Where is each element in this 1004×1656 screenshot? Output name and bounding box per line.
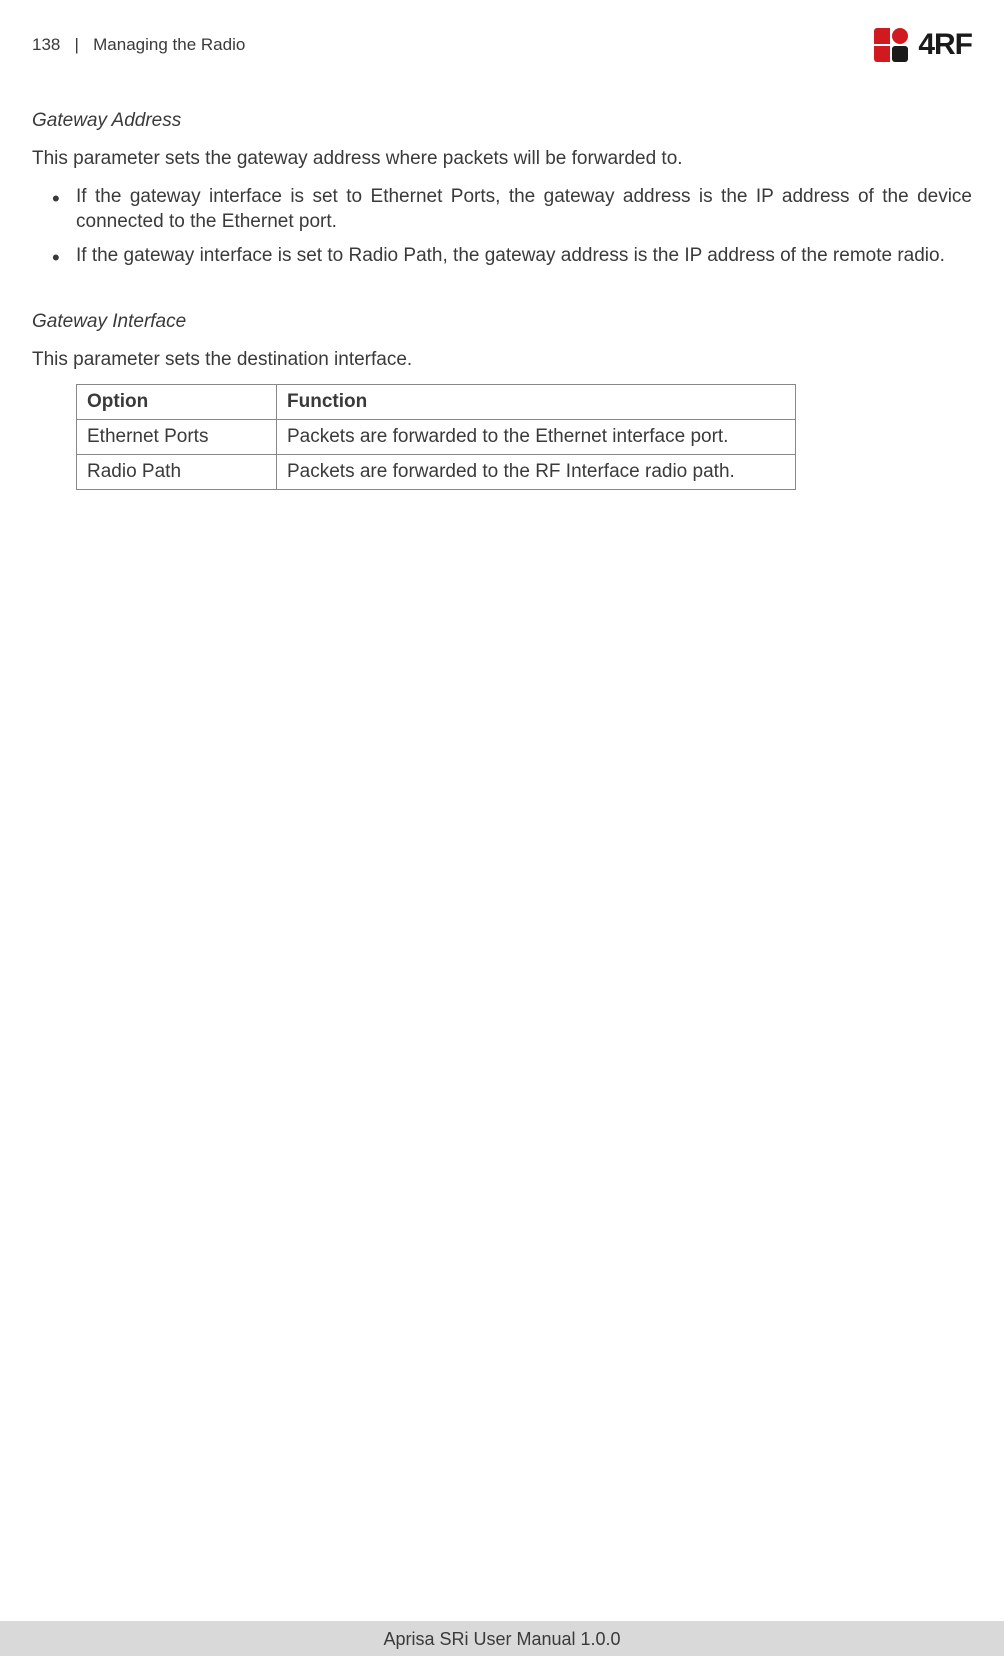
option-cell: Radio Path bbox=[77, 455, 277, 490]
table-row: Ethernet Ports Packets are forwarded to … bbox=[77, 420, 796, 455]
gateway-interface-heading: Gateway Interface bbox=[32, 311, 972, 333]
page-footer: Aprisa SRi User Manual 1.0.0 bbox=[0, 1621, 1004, 1656]
table-row: Radio Path Packets are forwarded to the … bbox=[77, 455, 796, 490]
footer-text: Aprisa SRi User Manual 1.0.0 bbox=[383, 1629, 620, 1649]
table-header-row: Option Function bbox=[77, 385, 796, 420]
page-number: 138 bbox=[32, 35, 60, 54]
table-header-function: Function bbox=[277, 385, 796, 420]
gateway-address-bullets: If the gateway interface is set to Ether… bbox=[32, 184, 972, 269]
option-cell: Ethernet Ports bbox=[77, 420, 277, 455]
logo-shapes-icon bbox=[874, 28, 908, 62]
table-header-option: Option bbox=[77, 385, 277, 420]
gateway-address-heading: Gateway Address bbox=[32, 110, 972, 132]
gateway-address-intro: This parameter sets the gateway address … bbox=[32, 146, 972, 172]
list-item: If the gateway interface is set to Ether… bbox=[76, 184, 972, 235]
function-cell: Packets are forwarded to the RF Interfac… bbox=[277, 455, 796, 490]
options-table: Option Function Ethernet Ports Packets a… bbox=[76, 384, 796, 490]
page-content: 138 | Managing the Radio 4RF Gateway Add… bbox=[0, 0, 1004, 490]
header-separator: | bbox=[75, 35, 79, 54]
header-left-text: 138 | Managing the Radio bbox=[32, 35, 245, 55]
list-item: If the gateway interface is set to Radio… bbox=[76, 243, 972, 269]
brand-logo: 4RF bbox=[874, 28, 972, 62]
page-header: 138 | Managing the Radio 4RF bbox=[32, 28, 972, 62]
logo-text: 4RF bbox=[918, 28, 972, 62]
section-title: Managing the Radio bbox=[93, 35, 245, 54]
function-cell: Packets are forwarded to the Ethernet in… bbox=[277, 420, 796, 455]
gateway-interface-intro: This parameter sets the destination inte… bbox=[32, 347, 972, 373]
